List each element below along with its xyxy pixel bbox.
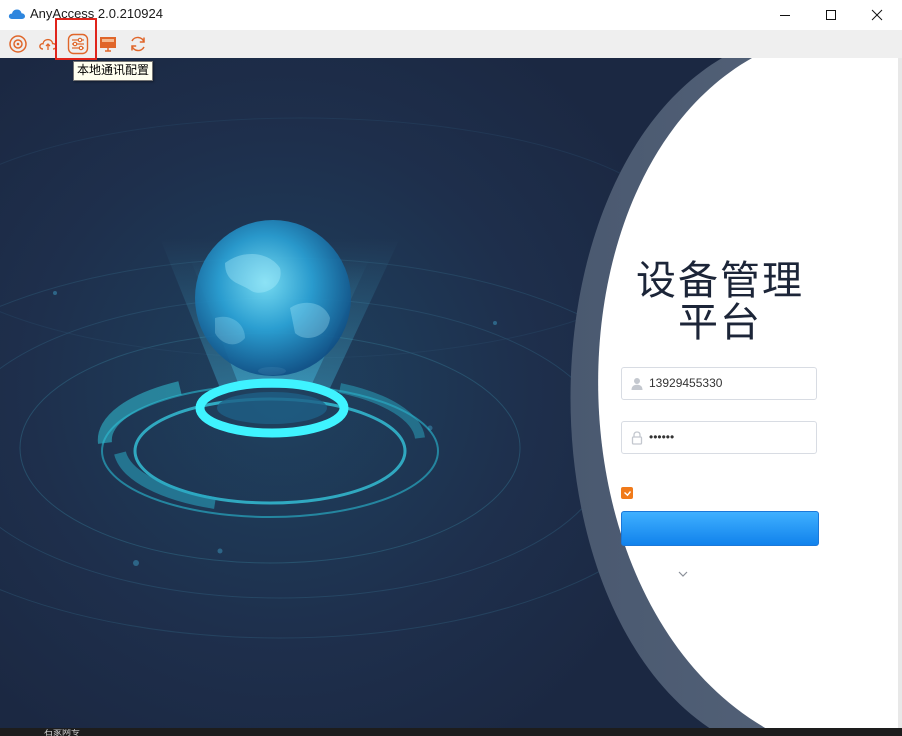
- taskbar-strip: [0, 728, 902, 736]
- login-page: 设备管理 平台 13929455330 ••••••: [0, 58, 902, 736]
- password-field[interactable]: ••••••: [621, 421, 817, 454]
- cloud-icon: [8, 9, 25, 19]
- user-icon: [631, 378, 643, 390]
- close-button[interactable]: [854, 0, 900, 30]
- remember-checkbox[interactable]: [621, 487, 633, 499]
- minimize-button[interactable]: [762, 0, 808, 30]
- toolbar: [0, 30, 902, 59]
- taskbar-label: 石家网专: [44, 729, 81, 736]
- refresh-icon: [131, 36, 145, 52]
- highlight-box: [55, 18, 97, 60]
- app-window: AnyAccess 2.0.210924 本地通讯配置 设备管理 平台 1392…: [0, 0, 902, 736]
- maximize-icon: [826, 10, 836, 20]
- platform-title: 设备管理 平台: [630, 260, 810, 344]
- username-value: 13929455330: [649, 376, 723, 390]
- login-button[interactable]: [621, 511, 819, 546]
- username-field[interactable]: 13929455330: [621, 367, 817, 400]
- title-bar: AnyAccess 2.0.210924: [0, 0, 902, 30]
- chevron-down-icon[interactable]: [676, 569, 690, 579]
- target-icon: [9, 35, 27, 53]
- window-edge: [898, 58, 902, 736]
- tooltip: 本地通讯配置: [73, 61, 154, 81]
- platform-title-line1: 设备管理: [636, 258, 804, 304]
- platform-title-line2: 平台: [678, 300, 762, 346]
- maximize-button[interactable]: [808, 0, 854, 30]
- lock-icon: [631, 431, 643, 445]
- close-icon: [871, 9, 883, 21]
- minimize-icon: [780, 15, 790, 16]
- screen-button[interactable]: [96, 32, 120, 56]
- password-value: ••••••: [649, 430, 675, 444]
- target-button[interactable]: [6, 32, 30, 56]
- checkmark-icon: [623, 490, 631, 496]
- refresh-button[interactable]: [126, 32, 150, 56]
- screen-icon: [100, 37, 116, 52]
